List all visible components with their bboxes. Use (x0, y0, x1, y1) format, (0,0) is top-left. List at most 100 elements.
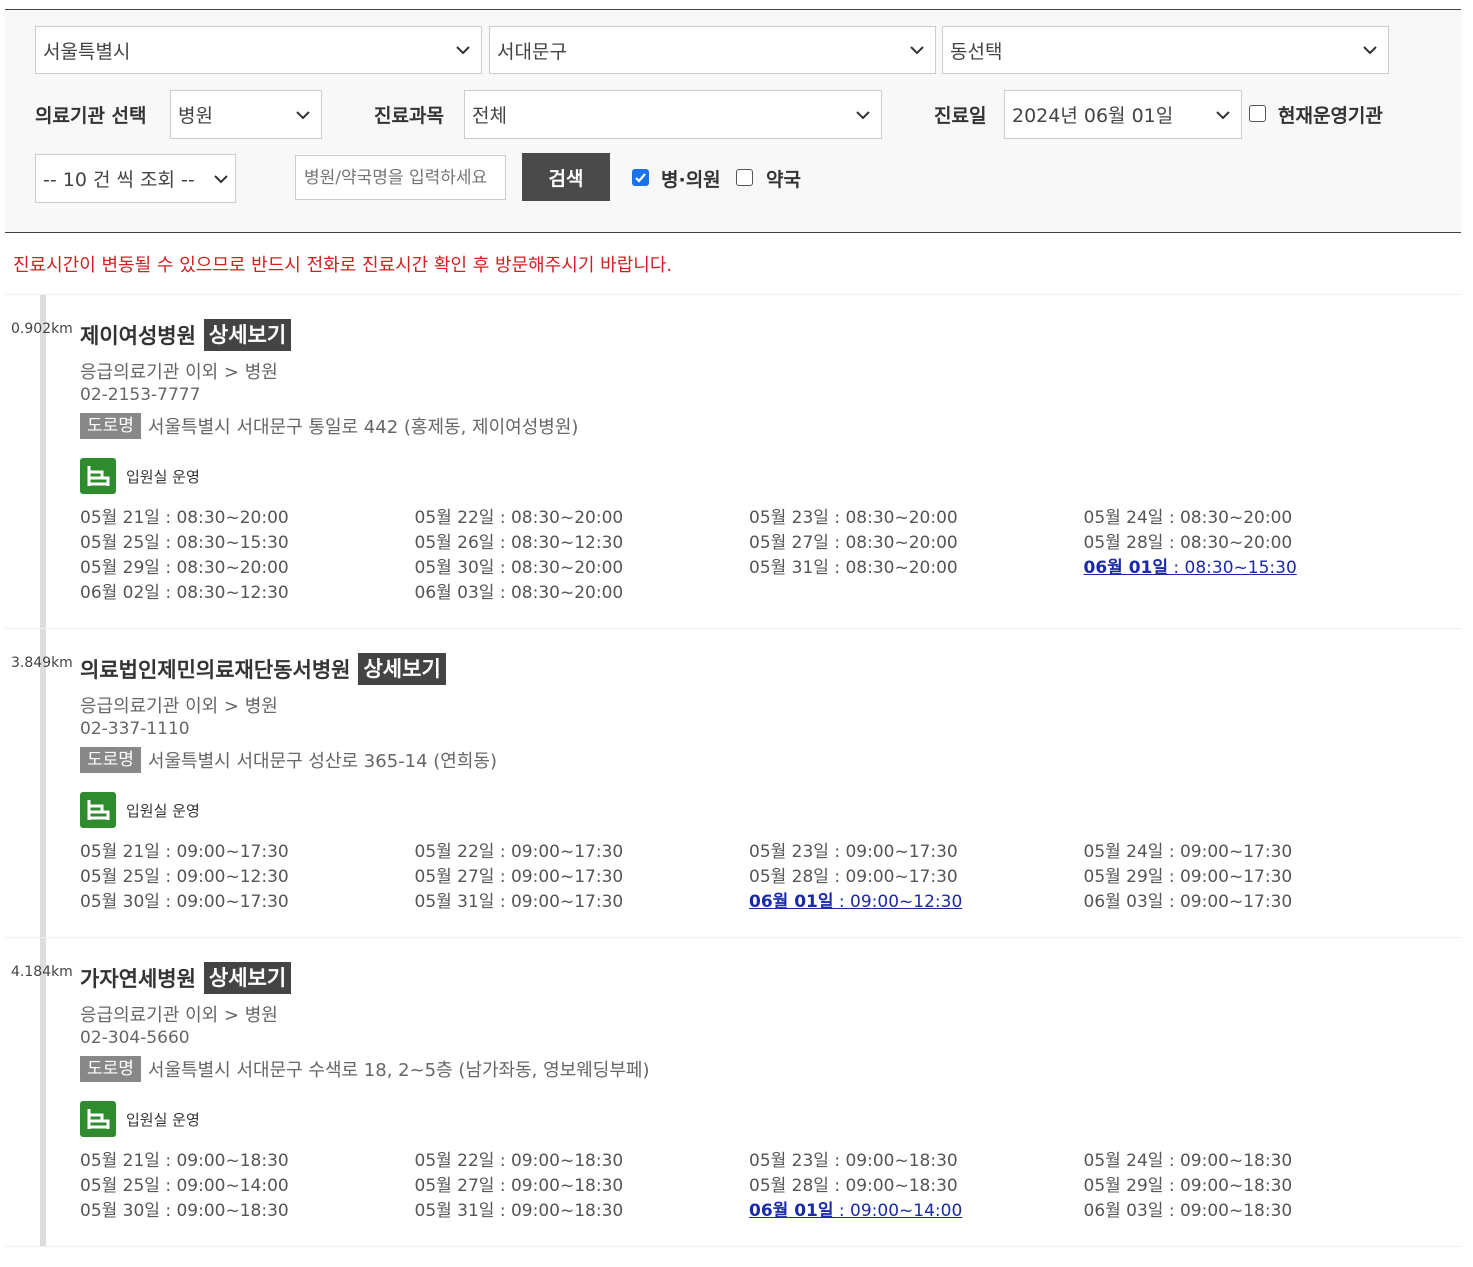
bed-icon (80, 458, 116, 494)
ward-info: 입원실 운영 (80, 1101, 200, 1137)
city-select-value: 서울특별시 (43, 40, 131, 63)
schedule-hours: : 09:00~18:30 (828, 1176, 958, 1196)
schedule-item: 05월 24일 : 09:00~17:30 (1084, 841, 1419, 863)
detail-button[interactable]: 상세보기 (203, 319, 292, 351)
schedule-item-today[interactable]: 06월 01일 : 08:30~15:30 (1084, 557, 1419, 579)
hospital-phone: 02-304-5660 (80, 1028, 190, 1048)
chevron-down-icon (214, 174, 228, 183)
schedule-item: 05월 29일 : 09:00~18:30 (1084, 1175, 1419, 1197)
bed-icon (80, 792, 116, 828)
schedule-date: 06월 03일 (1083, 1201, 1164, 1221)
schedule-date: 05월 23일 (749, 842, 829, 862)
hospital-name-text[interactable]: 의료법인제민의료재단동서병원 (80, 654, 350, 684)
schedule-item: 05월 25일 : 08:30~15:30 (80, 532, 415, 554)
schedule-date: 05월 26일 (414, 533, 495, 553)
schedule-item: 05월 21일 : 08:30~20:00 (80, 507, 415, 529)
schedule-item: 05월 25일 : 09:00~14:00 (80, 1175, 415, 1197)
date-select[interactable]: 2024년 06월 01일 (1004, 90, 1242, 139)
schedule-item: 05월 24일 : 09:00~18:30 (1084, 1150, 1419, 1172)
schedule-item: 05월 30일 : 09:00~17:30 (80, 891, 415, 913)
schedule-hours: : 09:00~18:30 (828, 1151, 958, 1171)
road-badge: 도로명 (80, 413, 141, 439)
road-badge: 도로명 (80, 747, 141, 773)
search-button[interactable]: 검색 (522, 153, 610, 201)
schedule-hours: : 09:00~17:30 (1163, 842, 1293, 862)
department-select[interactable]: 전체 (464, 90, 882, 139)
schedule-item-today[interactable]: 06월 01일 : 09:00~12:30 (749, 891, 1084, 913)
current-operating-checkbox[interactable] (1249, 105, 1266, 122)
hospital-checkbox-label: 병·의원 (661, 169, 721, 191)
dong-select[interactable]: 동선택 (942, 26, 1389, 74)
schedule-date: 05월 24일 (1083, 1151, 1164, 1171)
schedule-item: 05월 24일 : 08:30~20:00 (1084, 507, 1419, 529)
schedule-hours: : 09:00~18:30 (1163, 1201, 1293, 1221)
institution-select[interactable]: 병원 (170, 90, 322, 139)
hospital-name-text[interactable]: 가자연세병원 (80, 963, 196, 993)
date-label: 진료일 (934, 105, 987, 127)
department-select-value: 전체 (472, 105, 507, 127)
schedule-item: 06월 03일 : 09:00~18:30 (1084, 1200, 1419, 1222)
distance-label: 0.902km (11, 321, 73, 337)
hospital-checkbox[interactable] (632, 169, 649, 186)
page-size-select[interactable]: -- 10 건 씩 조회 -- (35, 154, 236, 203)
schedule-item: 05월 27일 : 09:00~17:30 (415, 866, 750, 888)
district-select-value: 서대문구 (497, 40, 567, 63)
address-text: 서울특별시 서대문구 수색로 18, 2~5층 (남가좌동, 영보웨딩부페) (147, 1060, 650, 1081)
checkmark-icon (635, 173, 646, 183)
hospital-name: 제이여성병원 상세보기 (80, 319, 292, 351)
schedule-item: 05월 27일 : 08:30~20:00 (749, 532, 1084, 554)
hospital-name: 의료법인제민의료재단동서병원 상세보기 (80, 653, 446, 685)
distance-label: 4.184km (11, 964, 73, 980)
chevron-down-icon (910, 46, 924, 55)
schedule-hours: : 08:30~20:00 (159, 508, 289, 528)
schedule-date: 05월 27일 (749, 533, 829, 553)
schedule-hours: : 09:00~18:30 (159, 1151, 289, 1171)
schedule-date: 05월 31일 (414, 892, 495, 912)
timeline-line (40, 295, 46, 628)
schedule-date: 05월 23일 (749, 1151, 829, 1171)
distance-label: 3.849km (11, 655, 73, 671)
ward-info: 입원실 운영 (80, 458, 200, 494)
chevron-down-icon (1363, 46, 1377, 55)
page-size-value: -- 10 건 씩 조회 -- (43, 169, 195, 191)
schedule-hours: : 08:30~20:00 (159, 558, 289, 578)
divider (5, 294, 1461, 295)
schedule-item: 05월 31일 : 09:00~18:30 (415, 1200, 750, 1222)
schedule-hours: : 09:00~14:00 (833, 1201, 963, 1221)
schedule-item: 05월 31일 : 08:30~20:00 (749, 557, 1084, 579)
hospital-name-text[interactable]: 제이여성병원 (80, 320, 196, 350)
search-input[interactable] (295, 155, 506, 200)
chevron-down-icon (856, 110, 870, 119)
detail-button[interactable]: 상세보기 (358, 653, 446, 685)
schedule-hours: : 08:30~20:00 (828, 558, 958, 578)
schedule-hours: : 08:30~20:00 (828, 533, 958, 553)
schedule-hours: : 08:30~20:00 (494, 558, 624, 578)
schedule-item-today[interactable]: 06월 01일 : 09:00~14:00 (749, 1200, 1084, 1222)
hospital-phone: 02-337-1110 (80, 719, 190, 739)
schedule-hours: : 08:30~20:00 (1163, 508, 1293, 528)
schedule-item: 05월 31일 : 09:00~17:30 (415, 891, 750, 913)
schedule-item: 05월 21일 : 09:00~18:30 (80, 1150, 415, 1172)
schedule-hours: : 09:00~17:30 (494, 892, 624, 912)
schedule-item: 05월 27일 : 09:00~18:30 (415, 1175, 750, 1197)
pharmacy-checkbox[interactable] (736, 169, 753, 186)
district-select[interactable]: 서대문구 (489, 26, 936, 74)
hospital-category: 응급의료기관 이외 > 병원 (80, 1005, 278, 1026)
schedule-date: 05월 29일 (1083, 1176, 1164, 1196)
schedule-date: 05월 22일 (414, 842, 495, 862)
schedule-grid: 05월 21일 : 09:00~18:30 05월 22일 : 09:00~18:… (80, 1150, 1420, 1222)
schedule-date: 06월 01일 (1083, 558, 1169, 578)
schedule-hours: : 08:30~20:00 (1163, 533, 1293, 553)
city-select[interactable]: 서울특별시 (35, 26, 482, 74)
schedule-hours: : 08:30~15:30 (159, 533, 289, 553)
institution-select-value: 병원 (178, 105, 213, 127)
schedule-hours: : 09:00~18:30 (494, 1151, 624, 1171)
detail-button[interactable]: 상세보기 (203, 962, 292, 994)
schedule-hours: : 09:00~18:30 (1163, 1151, 1293, 1171)
schedule-hours: : 09:00~17:30 (159, 892, 289, 912)
road-badge: 도로명 (80, 1056, 141, 1082)
current-operating-label: 현재운영기관 (1278, 105, 1383, 127)
schedule-hours: : 09:00~18:30 (159, 1201, 289, 1221)
schedule-date: 05월 25일 (80, 1176, 160, 1196)
schedule-date: 05월 30일 (80, 892, 160, 912)
